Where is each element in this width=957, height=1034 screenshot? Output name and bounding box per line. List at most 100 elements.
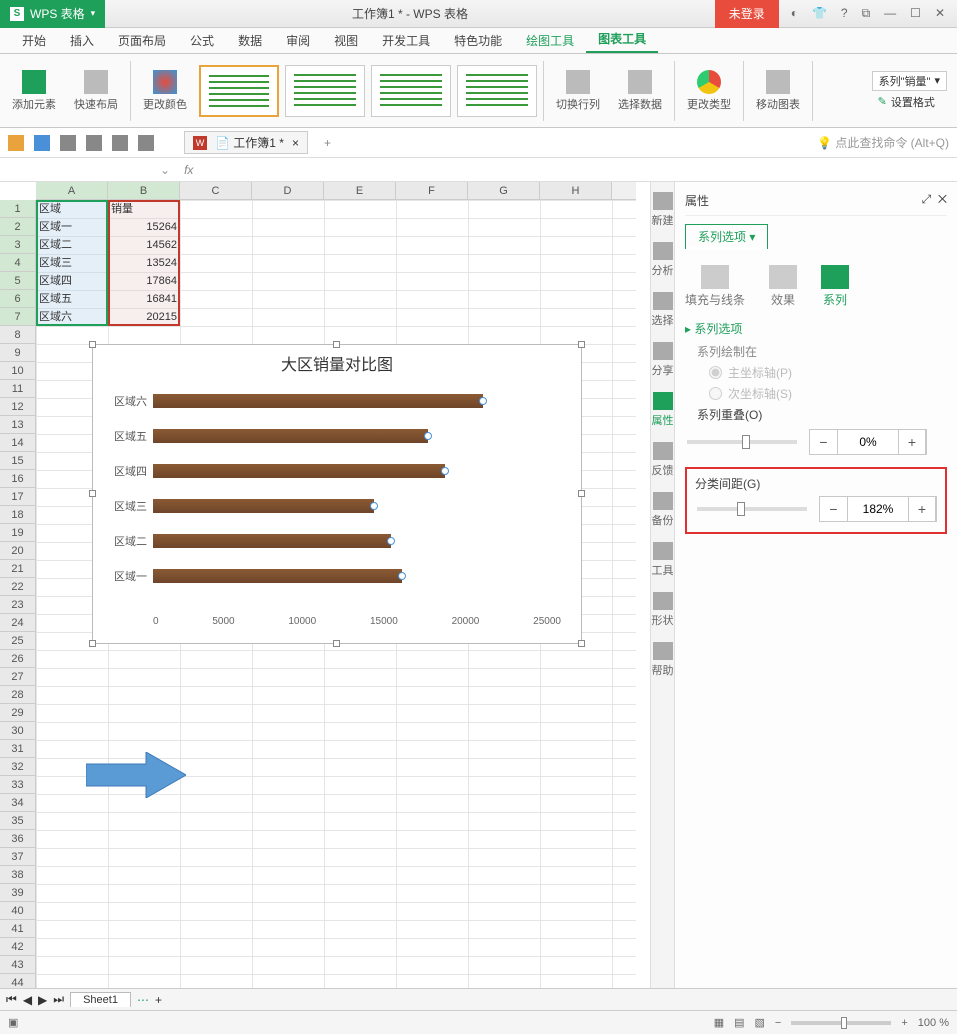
tab-insert[interactable]: 插入 xyxy=(58,28,106,53)
set-format-button[interactable]: ✎设置格式 xyxy=(872,93,947,111)
maximize-icon[interactable]: ☐ xyxy=(910,6,921,21)
cell-b4[interactable]: 13524 xyxy=(108,254,180,272)
cell-a1[interactable]: 区域 xyxy=(36,200,108,218)
minimize-icon[interactable]: — xyxy=(884,6,896,21)
side-new[interactable]: 新建 xyxy=(651,182,674,232)
sheet-nav-first[interactable]: ⏮ xyxy=(6,992,17,1007)
zoom-value[interactable]: 100 % xyxy=(918,1017,949,1029)
move-chart-button[interactable]: 移动图表 xyxy=(750,68,806,114)
side-shapes[interactable]: 形状 xyxy=(651,582,674,632)
chart-style-4[interactable] xyxy=(457,65,537,117)
series-selector[interactable]: 系列"销量"▾ xyxy=(872,71,947,91)
change-color-button[interactable]: 更改颜色 xyxy=(137,68,193,114)
tab-pagelayout[interactable]: 页面布局 xyxy=(106,28,178,53)
spreadsheet-grid[interactable]: AB CDE FGH 12345678910111213141516171819… xyxy=(0,182,650,988)
chart-style-1[interactable] xyxy=(199,65,279,117)
sheet-add-icon[interactable]: + xyxy=(155,993,162,1007)
status-record-icon[interactable]: ▣ xyxy=(8,1016,18,1029)
gap-increment[interactable]: + xyxy=(908,497,936,521)
zoom-out-icon[interactable]: − xyxy=(775,1017,781,1029)
view-normal-icon[interactable]: ▦ xyxy=(714,1016,724,1029)
sheet-tab-1[interactable]: Sheet1 xyxy=(70,992,131,1007)
sheet-nav-prev[interactable]: ◀ xyxy=(23,993,32,1007)
view-break-icon[interactable]: ▧ xyxy=(755,1016,765,1029)
side-help[interactable]: 帮助 xyxy=(651,632,674,682)
gap-slider[interactable] xyxy=(697,507,807,511)
zoom-slider[interactable] xyxy=(791,1021,891,1025)
side-analyze[interactable]: 分析 xyxy=(651,232,674,282)
sheet-nav-next[interactable]: ▶ xyxy=(38,993,47,1007)
side-properties[interactable]: 属性 xyxy=(651,382,674,432)
chart-title[interactable]: 大区销量对比图 xyxy=(93,345,581,381)
select-data-button[interactable]: 选择数据 xyxy=(612,68,668,114)
cell-a2[interactable]: 区域一 xyxy=(36,218,108,236)
cell-b7[interactable]: 20215 xyxy=(108,308,180,326)
undo-icon[interactable] xyxy=(112,135,128,151)
new-tab-icon[interactable]: + xyxy=(324,136,331,150)
tab-data[interactable]: 数据 xyxy=(226,28,274,53)
tab-features[interactable]: 特色功能 xyxy=(442,28,514,53)
cell-a3[interactable]: 区域二 xyxy=(36,236,108,254)
command-search[interactable]: 💡 点此查找命令 (Alt+Q) xyxy=(817,134,949,151)
row-headers[interactable]: 1234567891011121314151617181920212223242… xyxy=(0,200,36,988)
chart-x-axis[interactable]: 0500010000 150002000025000 xyxy=(153,616,561,627)
preview-icon[interactable] xyxy=(86,135,102,151)
close-icon[interactable]: ✕ xyxy=(935,6,945,21)
cell-a4[interactable]: 区域三 xyxy=(36,254,108,272)
change-type-button[interactable]: 更改类型 xyxy=(681,68,737,114)
tab-review[interactable]: 审阅 xyxy=(274,28,322,53)
tab-start[interactable]: 开始 xyxy=(10,28,58,53)
view-page-icon[interactable]: ▤ xyxy=(734,1016,744,1029)
radio-primary-axis[interactable]: 主坐标轴(P) xyxy=(709,364,947,381)
side-tools[interactable]: 工具 xyxy=(651,532,674,582)
cell-a6[interactable]: 区域五 xyxy=(36,290,108,308)
tab-view[interactable]: 视图 xyxy=(322,28,370,53)
chart-style-2[interactable] xyxy=(285,65,365,117)
chart-plot-area[interactable]: 区域六区域五区域四区域三区域二区域一 xyxy=(153,385,561,603)
side-select[interactable]: 选择 xyxy=(651,282,674,332)
series-section-header[interactable]: 系列选项 xyxy=(685,320,947,337)
login-button[interactable]: 未登录 xyxy=(715,0,779,28)
shirt-icon[interactable]: 👕 xyxy=(812,6,827,21)
overlap-increment[interactable]: + xyxy=(898,430,926,454)
cell-a5[interactable]: 区域四 xyxy=(36,272,108,290)
side-backup[interactable]: 备份 xyxy=(651,482,674,532)
print-icon[interactable] xyxy=(60,135,76,151)
close-doc-icon[interactable]: × xyxy=(292,136,299,150)
switch-rowcol-button[interactable]: 切换行列 xyxy=(550,68,606,114)
cell-a7[interactable]: 区域六 xyxy=(36,308,108,326)
series-options-tab[interactable]: 系列选项 ▾ xyxy=(685,224,768,249)
zoom-in-icon[interactable]: + xyxy=(901,1017,907,1029)
radio-secondary-axis[interactable]: 次坐标轴(S) xyxy=(709,385,947,402)
fx-dropdown-icon[interactable]: ⌄ xyxy=(154,163,176,177)
panel-close-icon[interactable]: ✕ xyxy=(938,192,947,206)
opt-fill[interactable]: 填充与线条 xyxy=(685,265,745,308)
tab-formula[interactable]: 公式 xyxy=(178,28,226,53)
redo-icon[interactable] xyxy=(138,135,154,151)
opt-series[interactable]: 系列 xyxy=(821,265,849,308)
gap-decrement[interactable]: − xyxy=(820,497,848,521)
save-icon[interactable] xyxy=(34,135,50,151)
cell-b2[interactable]: 15264 xyxy=(108,218,180,236)
overlap-slider[interactable] xyxy=(687,440,797,444)
side-feedback[interactable]: 反馈 xyxy=(651,432,674,482)
tab-charttools[interactable]: 图表工具 xyxy=(586,26,658,53)
fx-icon[interactable]: fx xyxy=(176,163,201,177)
quick-layout-button[interactable]: 快速布局 xyxy=(68,68,124,114)
overlap-decrement[interactable]: − xyxy=(810,430,838,454)
cell-b6[interactable]: 16841 xyxy=(108,290,180,308)
add-element-button[interactable]: 添加元素 xyxy=(6,68,62,114)
open-icon[interactable] xyxy=(8,135,24,151)
arrow-shape[interactable] xyxy=(86,752,186,798)
chart-style-3[interactable] xyxy=(371,65,451,117)
opt-effect[interactable]: 效果 xyxy=(769,265,797,308)
restore-icon[interactable]: ⧉ xyxy=(862,6,871,21)
tab-devtools[interactable]: 开发工具 xyxy=(370,28,442,53)
cell-b1[interactable]: 销量 xyxy=(108,200,180,218)
help-icon[interactable]: ? xyxy=(841,6,848,21)
grid-cells[interactable]: 区域 销量 区域一 15264 区域二 14562 区域三 13524 区域四 … xyxy=(36,200,636,988)
column-headers[interactable]: AB CDE FGH xyxy=(36,182,636,200)
cell-b3[interactable]: 14562 xyxy=(108,236,180,254)
panel-pin-icon[interactable]: ⤢ xyxy=(922,192,932,206)
sheet-nav-last[interactable]: ⏭ xyxy=(53,992,64,1007)
